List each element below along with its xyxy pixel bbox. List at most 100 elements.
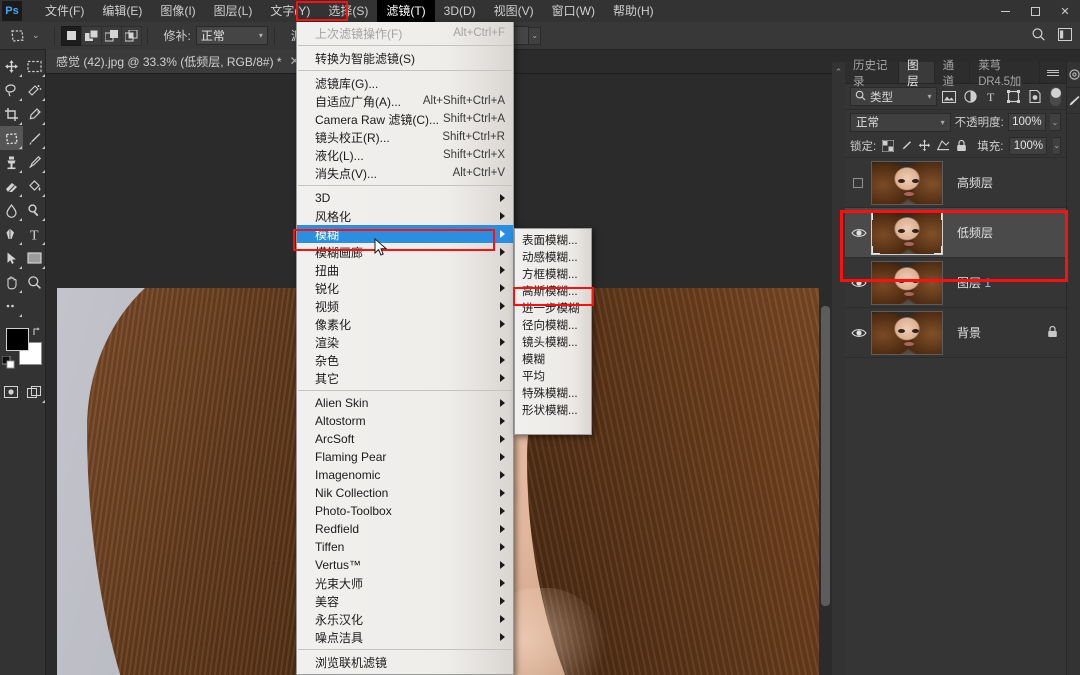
submenu-item-gaussian-blur[interactable]: 高斯模糊... <box>515 282 591 299</box>
path-selection-tool-icon[interactable] <box>0 246 23 270</box>
menu-filter[interactable]: 滤镜(T) <box>377 0 435 22</box>
panel-menu-icon[interactable] <box>1040 62 1066 83</box>
type-tool-icon[interactable]: T <box>23 222 46 246</box>
history-brush-tool-icon[interactable] <box>23 150 46 174</box>
options-bar-right[interactable] <box>1031 27 1072 45</box>
tab-history[interactable]: 历史记录 <box>845 60 900 88</box>
type-layers-filter-icon[interactable]: T <box>983 87 1002 106</box>
tab-dr45[interactable]: 莱芎DR4.5加 <box>970 60 1040 88</box>
layer-row-high-frequency[interactable]: 高频层 <box>845 158 1066 208</box>
layer-thumbnail[interactable] <box>871 260 943 305</box>
menu-view[interactable]: 视图(V) <box>485 0 543 22</box>
hand-tool-icon[interactable] <box>0 270 23 294</box>
pixel-layers-filter-icon[interactable] <box>940 87 959 106</box>
menu-item-photo-toolbox[interactable]: Photo-Toolbox <box>297 502 513 520</box>
tools-panel[interactable]: T <box>0 50 46 675</box>
menu-item-alien-skin[interactable]: Alien Skin <box>297 394 513 412</box>
opacity-input[interactable]: 100% <box>1007 113 1046 131</box>
menu-image[interactable]: 图像(I) <box>151 0 204 22</box>
layer-name[interactable]: 图层 1 <box>957 274 991 291</box>
fill-input[interactable]: 100% <box>1009 136 1048 155</box>
submenu-item-motion-blur[interactable]: 动感模糊... <box>515 248 591 265</box>
menu-item-altostorm[interactable]: Altostorm <box>297 412 513 430</box>
add-to-selection-button[interactable] <box>80 25 102 46</box>
layer-name[interactable]: 背景 <box>957 324 981 341</box>
menu-item-convert-smart-filter[interactable]: 转换为智能滤镜(S) <box>297 49 513 67</box>
submenu-item-box-blur[interactable]: 方框模糊... <box>515 265 591 282</box>
menu-item-redfield[interactable]: Redfield <box>297 520 513 538</box>
menu-item-blur[interactable]: 模糊 <box>297 225 513 243</box>
patch-tool-icon[interactable] <box>0 126 23 150</box>
intersect-selection-button[interactable] <box>120 25 142 46</box>
tool-bottom-row[interactable] <box>0 380 46 404</box>
dodge-tool-icon[interactable] <box>23 198 46 222</box>
color-swatches[interactable] <box>0 326 46 374</box>
layer-row-layer-1[interactable]: 图层 1 <box>845 258 1066 308</box>
menu-window[interactable]: 窗口(W) <box>543 0 604 22</box>
clone-stamp-tool-icon[interactable] <box>0 150 23 174</box>
lock-all-icon[interactable] <box>956 138 967 154</box>
fill-stepper-icon[interactable]: ⌄ <box>1053 136 1062 155</box>
submenu-item-blur[interactable]: 模糊 <box>515 350 591 367</box>
menu-item-pixelate[interactable]: 像素化 <box>297 315 513 333</box>
diffusion-stepper-icon[interactable]: ⌄ <box>529 26 542 45</box>
lock-position-icon[interactable] <box>918 138 931 154</box>
maximize-icon[interactable] <box>1020 0 1050 22</box>
brush-tool-icon[interactable] <box>23 126 46 150</box>
screen-mode-icon[interactable] <box>23 380 46 404</box>
lasso-tool-icon[interactable] <box>0 78 23 102</box>
lock-image-pixels-icon[interactable] <box>900 138 912 154</box>
layer-thumbnail[interactable] <box>871 160 943 205</box>
menu-item-distort[interactable]: 扭曲 <box>297 261 513 279</box>
pen-tool-icon[interactable] <box>0 222 23 246</box>
lock-row[interactable]: 锁定: 填充: 100% ⌄ <box>845 134 1066 158</box>
blur-tool-icon[interactable] <box>0 198 23 222</box>
smart-object-filter-icon[interactable] <box>1026 87 1045 106</box>
lock-transparent-pixels-icon[interactable] <box>882 138 895 154</box>
subtract-from-selection-button[interactable] <box>100 25 122 46</box>
menu-item-last-filter[interactable]: 上次滤镜操作(F) Alt+Ctrl+F <box>297 24 513 42</box>
lock-artboard-nesting-icon[interactable] <box>937 138 950 154</box>
more-tools-icon[interactable] <box>0 294 23 318</box>
layer-name[interactable]: 高频层 <box>957 174 993 191</box>
scrollbar-thumb[interactable] <box>821 306 830 606</box>
menu-type[interactable]: 文字(Y) <box>261 0 319 22</box>
layer-row-low-frequency[interactable]: 低频层 <box>845 208 1066 258</box>
menu-bar[interactable]: 文件(F) 编辑(E) 图像(I) 图层(L) 文字(Y) 选择(S) 滤镜(T… <box>36 0 663 22</box>
paint-bucket-tool-icon[interactable] <box>23 174 46 198</box>
submenu-item-smart-blur[interactable]: 特殊模糊... <box>515 384 591 401</box>
zoom-tool-icon[interactable] <box>23 270 46 294</box>
layer-visibility-toggle[interactable] <box>847 227 871 239</box>
menu-item-arcsoft[interactable]: ArcSoft <box>297 430 513 448</box>
submenu-item-surface-blur[interactable]: 表面模糊... <box>515 231 591 248</box>
color-panel-icon[interactable] <box>1067 62 1080 88</box>
menu-item-filter-gallery[interactable]: 滤镜库(G)... <box>297 74 513 92</box>
menu-item-stylize[interactable]: 风格化 <box>297 207 513 225</box>
menu-item-camera-raw-filter[interactable]: Camera Raw 滤镜(C)... Shift+Ctrl+A <box>297 110 513 128</box>
menu-file[interactable]: 文件(F) <box>36 0 93 22</box>
submenu-item-lens-blur[interactable]: 镜头模糊... <box>515 333 591 350</box>
menu-help[interactable]: 帮助(H) <box>604 0 663 22</box>
panel-collapse-strip[interactable]: ⌃ <box>832 62 845 675</box>
layer-thumbnail[interactable] <box>871 310 943 355</box>
menu-item-video[interactable]: 视频 <box>297 297 513 315</box>
rectangle-tool-icon[interactable] <box>23 246 46 270</box>
search-icon[interactable] <box>1031 27 1046 45</box>
layer-visibility-toggle[interactable] <box>847 177 871 189</box>
swap-colors-icon[interactable] <box>32 326 43 340</box>
tab-channels[interactable]: 通道 <box>935 60 971 88</box>
submenu-item-shape-blur[interactable]: 形状模糊... <box>515 401 591 418</box>
workspace-icon[interactable] <box>1058 27 1072 44</box>
menu-layer[interactable]: 图层(L) <box>205 0 262 22</box>
tab-layers[interactable]: 图层 <box>899 60 935 88</box>
quick-selection-tool-icon[interactable] <box>23 78 46 102</box>
brush-panel-icon[interactable] <box>1067 88 1080 114</box>
filter-dropdown-menu[interactable]: 上次滤镜操作(F) Alt+Ctrl+F 转换为智能滤镜(S) 滤镜库(G)..… <box>296 22 514 675</box>
layer-visibility-toggle[interactable] <box>847 327 871 339</box>
new-selection-button[interactable] <box>60 25 82 46</box>
menu-item-3d[interactable]: 3D <box>297 189 513 207</box>
menu-item-yongle-translation[interactable]: 永乐汉化 <box>297 610 513 628</box>
menu-item-noise[interactable]: 杂色 <box>297 351 513 369</box>
tool-grid[interactable]: T <box>0 54 46 318</box>
move-tool-icon[interactable] <box>0 54 23 78</box>
